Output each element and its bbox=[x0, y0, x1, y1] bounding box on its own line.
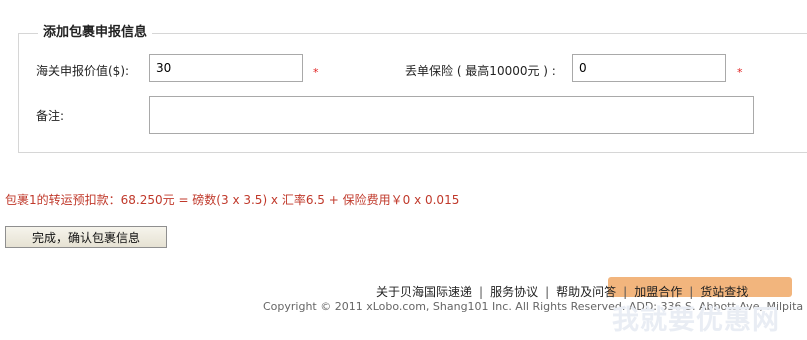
required-mark: * bbox=[737, 66, 743, 79]
panel-legend: 添加包裹申报信息 bbox=[38, 21, 153, 40]
footer-separator: | bbox=[623, 285, 628, 299]
confirm-package-button[interactable]: 完成，确认包裹信息 bbox=[5, 226, 167, 248]
footer-link-station-search[interactable]: 货站查找 bbox=[700, 285, 748, 299]
watermark-text: 我就要优惠网 bbox=[612, 305, 780, 336]
required-mark: * bbox=[313, 66, 319, 79]
footer-separator: | bbox=[479, 285, 484, 299]
remark-textarea[interactable] bbox=[149, 96, 754, 134]
insurance-label: 丢单保险 ( 最高10000元 ) : bbox=[405, 64, 556, 78]
footer-link-help[interactable]: 帮助及问答 bbox=[556, 285, 616, 299]
declaration-panel bbox=[18, 33, 807, 153]
footer-separator: | bbox=[689, 285, 694, 299]
insurance-input[interactable] bbox=[572, 54, 726, 82]
declared-value-label: 海关申报价值($): bbox=[36, 64, 130, 78]
footer-link-franchise[interactable]: 加盟合作 bbox=[634, 285, 682, 299]
remark-label: 备注: bbox=[36, 109, 65, 123]
footer-separator: | bbox=[545, 285, 550, 299]
prepayment-summary: 包裹1的转运预扣款：68.250元 = 磅数(3 x 3.5) x 汇率6.5 … bbox=[5, 193, 460, 207]
footer-link-agreement[interactable]: 服务协议 bbox=[490, 285, 538, 299]
declared-value-input[interactable] bbox=[149, 54, 303, 82]
footer-link-about[interactable]: 关于贝海国际速递 bbox=[376, 285, 472, 299]
